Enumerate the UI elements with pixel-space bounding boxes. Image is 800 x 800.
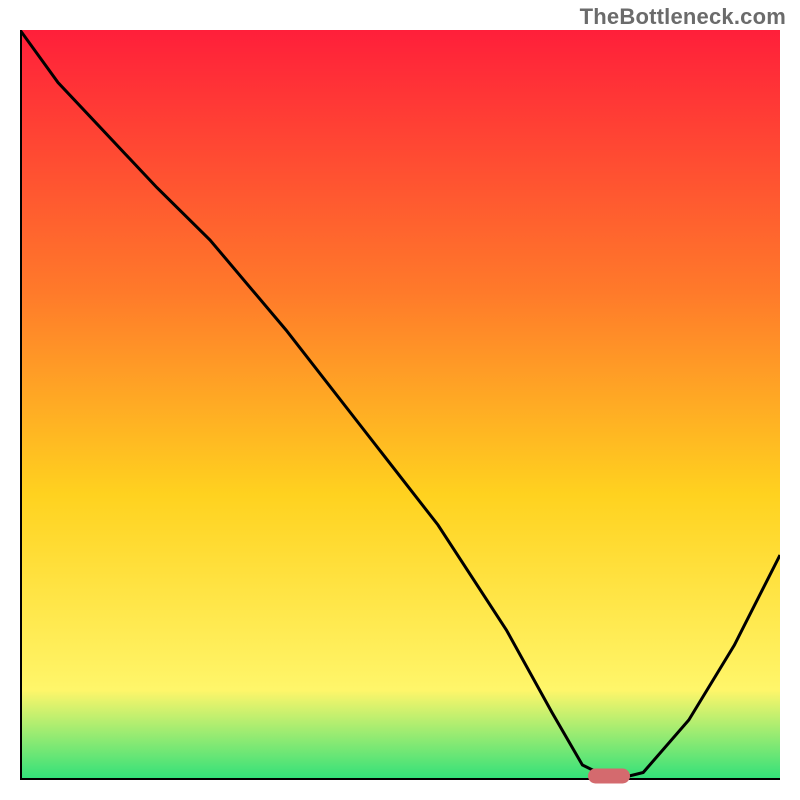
chart-frame: TheBottleneck.com <box>0 0 800 800</box>
optimal-marker <box>588 769 630 784</box>
chart-svg <box>20 30 780 780</box>
gradient-background <box>20 30 780 780</box>
plot-area <box>20 30 780 780</box>
watermark-text: TheBottleneck.com <box>580 4 786 30</box>
